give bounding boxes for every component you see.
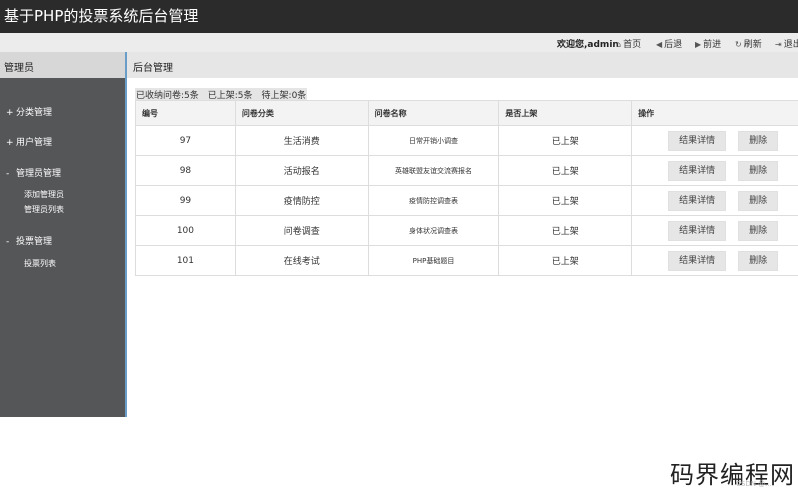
sidebar-header: 管理员 (0, 52, 125, 78)
table-row: 99 疫情防控 疫情防控调查表 已上架 结果详情 删除 (135, 185, 798, 216)
nav-home-label: 首页 (623, 40, 642, 50)
cell-id: 100 (135, 215, 236, 246)
main-title: 后台管理 (133, 63, 173, 74)
forward-icon: ▶ (695, 40, 702, 49)
sidebar-item-label: 分类管理 (16, 108, 53, 118)
cell-category: 活动报名 (234, 155, 369, 186)
main-header: 后台管理 (127, 52, 798, 78)
refresh-icon: ↻ (735, 40, 742, 49)
cell-actions: 结果详情 删除 (631, 155, 798, 186)
result-detail-button[interactable]: 结果详情 (668, 220, 727, 241)
nav-refresh-label: 刷新 (743, 40, 762, 50)
result-detail-button[interactable]: 结果详情 (668, 130, 727, 151)
cell-category: 问卷调查 (234, 215, 369, 246)
cell-actions: 结果详情 删除 (631, 125, 798, 156)
delete-button[interactable]: 删除 (738, 160, 779, 181)
sidebar-item-label: 投票管理 (16, 237, 53, 247)
cell-id: 98 (135, 155, 236, 186)
nav-forward-link[interactable]: ▶ 前进 (695, 37, 721, 50)
watermark-text: 码界编程网 (670, 461, 795, 489)
logout-icon: ⇥ (775, 40, 782, 49)
sidebar-item-users[interactable]: + 用户管理 (6, 135, 52, 148)
cell-name: 疫情防控调查表 (367, 185, 500, 216)
collapse-icon: - (6, 237, 10, 247)
cell-name: 英雄联盟友谊交流赛报名 (367, 155, 500, 186)
cell-name: 身体状况调查表 (367, 215, 500, 246)
cell-category: 生活消费 (234, 125, 369, 156)
sidebar-subitem-vote-list[interactable]: 投票列表 (24, 258, 56, 269)
watermark-subtext: CSDN @... (736, 480, 772, 488)
sidebar: 管理员 + 分类管理 + 用户管理 - 管理员管理 添加管理员 管理员列表 - 投票管理… (0, 52, 127, 417)
cell-category: 疫情防控 (234, 185, 369, 216)
sidebar-item-label: 管理员管理 (16, 169, 62, 179)
result-detail-button[interactable]: 结果详情 (668, 160, 727, 181)
sidebar-item-votes[interactable]: - 投票管理 (6, 234, 52, 247)
cell-id: 97 (135, 125, 236, 156)
nav-logout-label: 退出 (783, 40, 798, 50)
sidebar-subitem-add-admin[interactable]: 添加管理员 (24, 189, 64, 200)
delete-button[interactable]: 删除 (738, 130, 779, 151)
col-name: 问卷名称 (367, 100, 500, 126)
sidebar-item-admins[interactable]: - 管理员管理 (6, 166, 61, 179)
table-row: 97 生活消费 日常开销小调查 已上架 结果详情 删除 (135, 125, 798, 156)
nav-back-link[interactable]: ◀ 后退 (656, 37, 682, 50)
expand-icon: + (6, 108, 14, 118)
cell-status: 已上架 (498, 125, 633, 156)
cell-category: 在线考试 (234, 245, 369, 276)
cell-status: 已上架 (498, 215, 633, 246)
app-title: 基于PHP的投票系统后台管理 (4, 7, 199, 25)
cell-id: 101 (135, 245, 236, 276)
app-header: 基于PHP的投票系统后台管理 (0, 0, 798, 33)
cell-actions: 结果详情 删除 (631, 215, 798, 246)
survey-table: 编号 问卷分类 问卷名称 是否上架 操作 97 生活消费 日常开销小调查 已上架… (135, 100, 798, 276)
sidebar-item-label: 用户管理 (16, 138, 53, 148)
result-detail-button[interactable]: 结果详情 (668, 190, 727, 211)
table-row: 98 活动报名 英雄联盟友谊交流赛报名 已上架 结果详情 删除 (135, 155, 798, 186)
delete-button[interactable]: 删除 (738, 250, 779, 271)
home-icon: ⌂ (616, 40, 622, 49)
cell-name: PHP基础题目 (367, 245, 500, 276)
delete-button[interactable]: 删除 (738, 220, 779, 241)
sidebar-subitem-admin-list[interactable]: 管理员列表 (24, 204, 64, 215)
cell-id: 99 (135, 185, 236, 216)
cell-name: 日常开销小调查 (367, 125, 500, 156)
col-category: 问卷分类 (234, 100, 369, 126)
result-detail-button[interactable]: 结果详情 (668, 250, 727, 271)
table-header-row: 编号 问卷分类 问卷名称 是否上架 操作 (135, 100, 798, 126)
back-icon: ◀ (656, 40, 663, 49)
col-actions: 操作 (631, 100, 798, 126)
col-id: 编号 (135, 100, 236, 126)
top-toolbar: 欢迎您,admin ⌂ 首页 ◀ 后退 ▶ 前进 ↻ 刷新 ⇥ 退出 (0, 33, 798, 53)
collapse-icon: - (6, 169, 10, 179)
cell-actions: 结果详情 删除 (631, 185, 798, 216)
cell-status: 已上架 (498, 155, 633, 186)
sidebar-item-category[interactable]: + 分类管理 (6, 105, 52, 118)
nav-forward-label: 前进 (703, 40, 722, 50)
col-status: 是否上架 (498, 100, 633, 126)
nav-refresh-link[interactable]: ↻ 刷新 (735, 37, 762, 50)
delete-button[interactable]: 删除 (738, 190, 779, 211)
cell-status: 已上架 (498, 185, 633, 216)
sidebar-title: 管理员 (4, 63, 34, 74)
nav-home-link[interactable]: ⌂ 首页 (616, 37, 641, 50)
table-row: 100 问卷调查 身体状况调查表 已上架 结果详情 删除 (135, 215, 798, 246)
nav-back-label: 后退 (664, 40, 683, 50)
summary-bar: 已收纳问卷:5条 已上架:5条 待上架:0条 (135, 88, 308, 101)
cell-actions: 结果详情 删除 (631, 245, 798, 276)
welcome-text: 欢迎您,admin (557, 40, 619, 50)
cell-status: 已上架 (498, 245, 633, 276)
expand-icon: + (6, 138, 14, 148)
nav-logout-link[interactable]: ⇥ 退出 (775, 37, 798, 50)
table-row: 101 在线考试 PHP基础题目 已上架 结果详情 删除 (135, 245, 798, 276)
